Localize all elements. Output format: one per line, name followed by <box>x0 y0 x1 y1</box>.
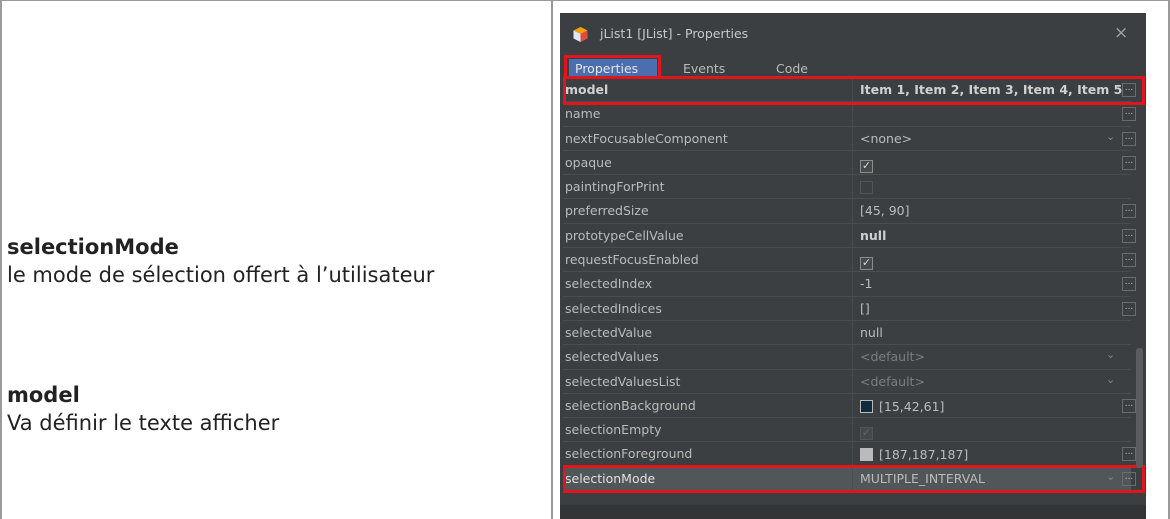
highlight-box-model-row <box>563 76 1145 105</box>
window-titlebar: jList1 [JList] - Properties × <box>560 13 1146 57</box>
ellipsis-button[interactable]: ... <box>1122 277 1136 292</box>
property-sheet: model Item 1, Item 2, Item 3, Item 4, It… <box>563 78 1136 492</box>
selection-mode-term: selectionMode <box>7 235 179 259</box>
chevron-down-icon[interactable]: ⌄ <box>1106 348 1115 361</box>
model-term: model <box>7 383 80 407</box>
property-row-selectionforeground[interactable]: selectionForeground [187,187,187] ... <box>563 442 1136 467</box>
checkbox-unchecked[interactable] <box>860 181 873 195</box>
property-row-selectedvalueslist[interactable]: selectedValuesList <default> ⌄ <box>563 369 1131 394</box>
property-value[interactable]: [15,42,61] <box>879 399 944 414</box>
property-row-requestfocusenabled[interactable]: requestFocusEnabled ✓ ... <box>563 248 1136 273</box>
checkbox-disabled: ✓ <box>860 426 873 441</box>
property-value[interactable]: <default> <box>860 349 925 364</box>
property-name: selectionBackground <box>565 397 696 413</box>
property-value[interactable]: <default> <box>860 374 925 389</box>
property-row-selectedvalue[interactable]: selectedValue null <box>563 320 1131 346</box>
property-row-paintingforprint[interactable]: paintingForPrint <box>563 175 1131 200</box>
ellipsis-button[interactable]: ... <box>1122 107 1136 122</box>
model-description: model Va définir le texte afficher <box>7 381 279 437</box>
property-name: selectedIndices <box>565 300 662 316</box>
selection-mode-text: le mode de sélection offert à l’utilisat… <box>7 263 435 287</box>
property-name: selectedIndex <box>565 276 653 292</box>
property-name: selectedValuesList <box>565 373 681 389</box>
ellipsis-button[interactable]: ... <box>1122 131 1136 146</box>
property-value[interactable]: null <box>860 325 883 340</box>
table-border-left <box>0 0 2 519</box>
netbeans-app-icon <box>573 27 588 42</box>
ellipsis-button[interactable]: ... <box>1122 155 1136 170</box>
checkbox-checked[interactable]: ✓ <box>860 257 873 271</box>
window-title: jList1 [JList] - Properties <box>600 26 749 41</box>
property-value[interactable]: -1 <box>860 276 872 291</box>
property-name: selectionEmpty <box>565 422 662 438</box>
ellipsis-button[interactable]: ... <box>1122 204 1136 219</box>
property-row-prototypecellvalue[interactable]: prototypeCellValue null ... <box>563 223 1136 249</box>
property-row-preferredsize[interactable]: preferredSize [45, 90] ... <box>563 199 1136 224</box>
property-name: selectionForeground <box>565 446 693 462</box>
ellipsis-button[interactable]: ... <box>1122 253 1136 268</box>
property-row-selectionempty[interactable]: selectionEmpty ✓ <box>563 418 1131 443</box>
property-name: name <box>565 106 601 122</box>
property-value[interactable]: [] <box>860 301 870 316</box>
property-name: selectedValue <box>565 324 653 340</box>
properties-window: jList1 [JList] - Properties × Properties… <box>560 13 1146 519</box>
highlight-box-selectionmode-row <box>563 465 1145 493</box>
color-swatch <box>860 448 873 462</box>
window-bottom-edge <box>560 505 1146 519</box>
property-row-name[interactable]: name ... <box>563 102 1136 127</box>
property-name: selectedValues <box>565 349 659 365</box>
chevron-down-icon[interactable]: ⌄ <box>1106 373 1115 386</box>
property-row-selectedindices[interactable]: selectedIndices [] ... <box>563 296 1136 321</box>
property-name: paintingForPrint <box>565 179 665 195</box>
property-name: opaque <box>565 154 612 170</box>
property-value[interactable]: [187,187,187] <box>879 447 968 462</box>
property-row-selectionbackground[interactable]: selectionBackground [15,42,61] ... <box>563 393 1136 419</box>
color-swatch <box>860 399 873 413</box>
close-icon[interactable]: × <box>1114 23 1128 43</box>
property-name: preferredSize <box>565 203 649 219</box>
property-row-selectedvalues[interactable]: selectedValues <default> ⌄ <box>563 345 1131 370</box>
selection-mode-description: selectionMode le mode de sélection offer… <box>7 233 434 289</box>
model-text: Va définir le texte afficher <box>7 411 280 435</box>
table-cell-divider <box>551 0 553 519</box>
property-row-selectedindex[interactable]: selectedIndex -1 ... <box>563 272 1136 297</box>
property-value[interactable]: null <box>860 228 886 243</box>
property-value[interactable]: <none> <box>860 131 912 146</box>
ellipsis-button[interactable]: ... <box>1122 447 1136 462</box>
ellipsis-button[interactable]: ... <box>1122 398 1136 413</box>
checkbox-checked[interactable]: ✓ <box>860 159 873 173</box>
property-name: nextFocusableComponent <box>565 130 728 146</box>
table-border-top <box>0 0 1170 1</box>
chevron-down-icon[interactable]: ⌄ <box>1106 130 1115 143</box>
property-row-nextfocusablecomponent[interactable]: nextFocusableComponent <none> ⌄ ... <box>563 126 1136 151</box>
ellipsis-button[interactable]: ... <box>1122 228 1136 243</box>
property-value[interactable]: [45, 90] <box>860 203 910 218</box>
vertical-scrollbar[interactable] <box>1136 348 1143 468</box>
property-name: prototypeCellValue <box>565 227 684 243</box>
property-name: requestFocusEnabled <box>565 252 699 268</box>
property-row-opaque[interactable]: opaque ✓ ... <box>563 150 1136 176</box>
ellipsis-button[interactable]: ... <box>1122 301 1136 316</box>
